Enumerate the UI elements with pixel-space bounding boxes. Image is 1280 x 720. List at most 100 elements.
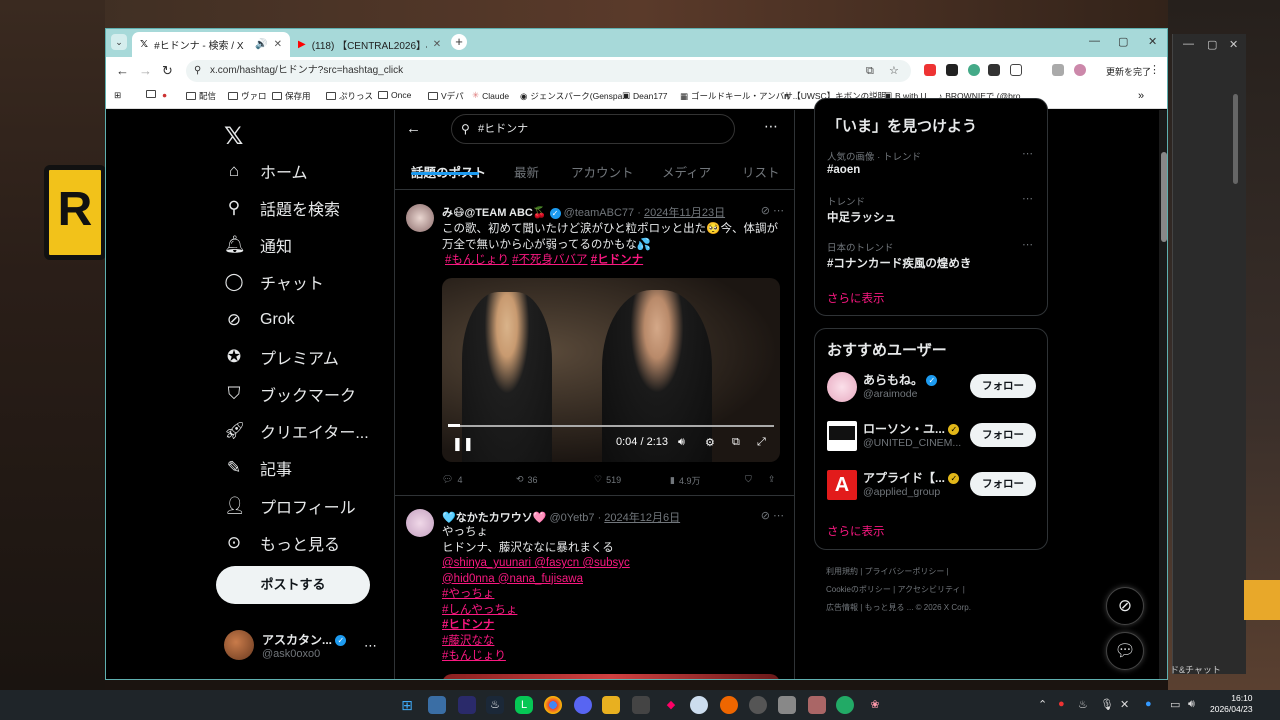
- more-icon[interactable]: ⋯: [1022, 238, 1033, 251]
- tray-icon[interactable]: ♨: [1078, 698, 1088, 711]
- bookmark-item[interactable]: ●: [162, 90, 167, 100]
- hashtag-link[interactable]: #もんじょり: [445, 254, 509, 266]
- footer-link[interactable]: もっと見る ...: [865, 603, 914, 612]
- extension-icon[interactable]: [946, 64, 958, 76]
- tweet-date[interactable]: 2024年11月23日: [644, 207, 725, 219]
- microphone-icon[interactable]: 🎙︎: [1100, 698, 1114, 711]
- app-icon[interactable]: [690, 696, 708, 714]
- trend-name[interactable]: 中足ラッシュ: [827, 209, 896, 225]
- tweet-media-preview[interactable]: [442, 674, 780, 679]
- scrollbar[interactable]: [1159, 110, 1167, 679]
- avatar[interactable]: A: [827, 470, 857, 500]
- tab-latest[interactable]: 最新: [514, 162, 539, 181]
- close-icon[interactable]: ✕: [433, 39, 441, 50]
- pip-icon[interactable]: ⧉: [732, 436, 740, 449]
- author-name[interactable]: 🩵なかたカワウソ🩷: [442, 512, 546, 524]
- suggested-user[interactable]: A アプライド【... ✓ @applied_group フォロー: [827, 467, 1039, 503]
- taskbar-clock[interactable]: 16:10 2026/04/23: [1210, 693, 1253, 715]
- site-info-icon[interactable]: ⚲: [194, 60, 201, 82]
- nav-creator[interactable]: 🚀︎ クリエイター...: [224, 416, 369, 446]
- follow-button[interactable]: フォロー: [970, 423, 1036, 447]
- grok-fab-icon[interactable]: ⊘: [1106, 587, 1144, 625]
- address-bar[interactable]: ⚲ x.com/hashtag/ヒドンナ?src=hashtag_click ⧉…: [186, 60, 911, 82]
- bookmark-folder[interactable]: 保存用: [272, 90, 311, 102]
- bookmark-item[interactable]: ◉ ジェンスパーク(Genspa...: [520, 90, 629, 102]
- tab-search-icon[interactable]: ⌄: [111, 34, 127, 50]
- messages-fab-icon[interactable]: 💬︎: [1106, 632, 1144, 670]
- nav-bookmarks[interactable]: ⛉ ブックマーク: [224, 379, 356, 409]
- speaker-icon[interactable]: 🔊: [255, 39, 267, 50]
- footer-link[interactable]: Cookieのポリシー: [826, 585, 891, 594]
- more-icon[interactable]: ⋯: [1022, 147, 1033, 160]
- suggested-user[interactable]: ローソン・ユ... ✓ @UNITED_CINEM... フォロー: [827, 418, 1039, 454]
- nav-more[interactable]: ⊙ もっと見る: [224, 528, 340, 558]
- share-icon[interactable]: ⇪: [768, 474, 776, 485]
- extension-icon[interactable]: [968, 64, 980, 76]
- app-icon[interactable]: [836, 696, 854, 714]
- apps-grid-icon[interactable]: ⊞: [114, 90, 121, 101]
- grok-icon[interactable]: ⊘ ⋯: [761, 509, 784, 522]
- video-progress-bar[interactable]: [448, 425, 774, 427]
- hashtag-link[interactable]: #ヒドンナ: [442, 618, 630, 634]
- more-icon[interactable]: ⋯: [1022, 192, 1033, 205]
- tray-icon[interactable]: ✕: [1120, 698, 1129, 711]
- reply-button[interactable]: 💬︎ 4: [442, 474, 462, 485]
- footer-link[interactable]: プライバシーポリシー: [865, 567, 945, 576]
- app-icon[interactable]: [808, 696, 826, 714]
- app-icon[interactable]: ❀: [866, 696, 884, 714]
- retweet-button[interactable]: ⟲ 36: [516, 474, 538, 485]
- author-name[interactable]: み😷@TEAM ABC🍒: [442, 207, 547, 219]
- settings-gear-icon[interactable]: ⚙: [705, 436, 715, 449]
- views-button[interactable]: ▮ 4.9万: [670, 474, 700, 487]
- extension-icon[interactable]: [988, 64, 1000, 76]
- account-switcher[interactable]: アスカタン... ✓ @ask0oxo0 ⋯: [224, 630, 377, 660]
- chrome-icon[interactable]: [544, 696, 562, 714]
- volume-icon[interactable]: 🔊︎: [678, 436, 685, 449]
- pause-icon[interactable]: ❚❚: [452, 436, 474, 452]
- tab-media[interactable]: メディア: [662, 162, 711, 181]
- author-handle[interactable]: @teamABC77: [564, 207, 634, 219]
- more-icon[interactable]: ⋯: [364, 638, 377, 654]
- app-icon[interactable]: [749, 696, 767, 714]
- minimize-icon[interactable]: —: [1183, 38, 1194, 50]
- bookmark-item[interactable]: ✳ Claude: [472, 90, 509, 101]
- tab-x-search[interactable]: 𝕏 #ヒドンナ - 検索 / X 🔊 ✕: [132, 32, 290, 57]
- bookmark-folder[interactable]: [146, 90, 159, 98]
- discord-icon[interactable]: [574, 696, 592, 714]
- mention-links[interactable]: @hid0nna @nana_fujisawa: [442, 572, 630, 588]
- tweet[interactable]: 🩵なかたカワウソ🩷 @0Yetb7 · 2024年12月6日 ⊘ ⋯ やっちょ …: [394, 497, 794, 679]
- nav-explore[interactable]: ⚲ 話題を検索: [224, 193, 340, 223]
- tab-youtube[interactable]: ▶ (118) 【CENTRAL2026】4/5(SUN) ✕: [290, 32, 450, 57]
- trend-name[interactable]: #aoen: [827, 164, 860, 176]
- line-icon[interactable]: L: [515, 696, 533, 714]
- bookmark-folder[interactable]: Once: [378, 90, 411, 100]
- nav-grok[interactable]: ⊘ Grok: [224, 305, 295, 335]
- avatar[interactable]: [406, 204, 434, 232]
- reload-icon[interactable]: ↻: [162, 63, 173, 79]
- post-button[interactable]: ポストする: [216, 566, 370, 604]
- app-icon[interactable]: [778, 696, 796, 714]
- nav-chat[interactable]: ◯ チャット: [224, 267, 323, 297]
- hashtag-link[interactable]: #やっちょ: [442, 587, 630, 603]
- bookmark-folder[interactable]: ヴァロ: [228, 90, 267, 102]
- search-input[interactable]: ⚲ #ヒドンナ: [451, 114, 735, 144]
- tab-accounts[interactable]: アカウント: [571, 162, 634, 181]
- forward-icon[interactable]: →: [139, 63, 152, 78]
- video-player[interactable]: ❚❚ 0:04 / 2:13 🔊︎ ⚙ ⧉ ⤢: [442, 278, 780, 462]
- nav-home[interactable]: ⌂ ホーム: [224, 156, 308, 186]
- more-bookmarks-icon[interactable]: »: [1138, 90, 1144, 102]
- like-button[interactable]: ♡ 519: [594, 474, 621, 485]
- nav-premium[interactable]: ✪ プレミアム: [224, 342, 339, 372]
- tweet[interactable]: み😷@TEAM ABC🍒 ✓ @teamABC77 · 2024年11月23日 …: [394, 192, 794, 496]
- nav-articles[interactable]: ✎ 記事: [224, 453, 292, 483]
- footer-link[interactable]: 広告情報: [826, 603, 858, 612]
- hashtag-link[interactable]: #しんやっちょ: [442, 603, 630, 619]
- minimize-icon[interactable]: —: [1089, 35, 1100, 47]
- more-icon[interactable]: ⋯: [764, 118, 778, 135]
- profile-avatar[interactable]: [1074, 64, 1086, 76]
- bookmark-folder[interactable]: ぷりっス: [326, 90, 373, 102]
- app-icon[interactable]: [428, 696, 446, 714]
- hashtag-link[interactable]: #藤沢なな: [442, 634, 630, 650]
- scrollbar[interactable]: [1233, 94, 1238, 184]
- close-icon[interactable]: ✕: [1148, 35, 1157, 48]
